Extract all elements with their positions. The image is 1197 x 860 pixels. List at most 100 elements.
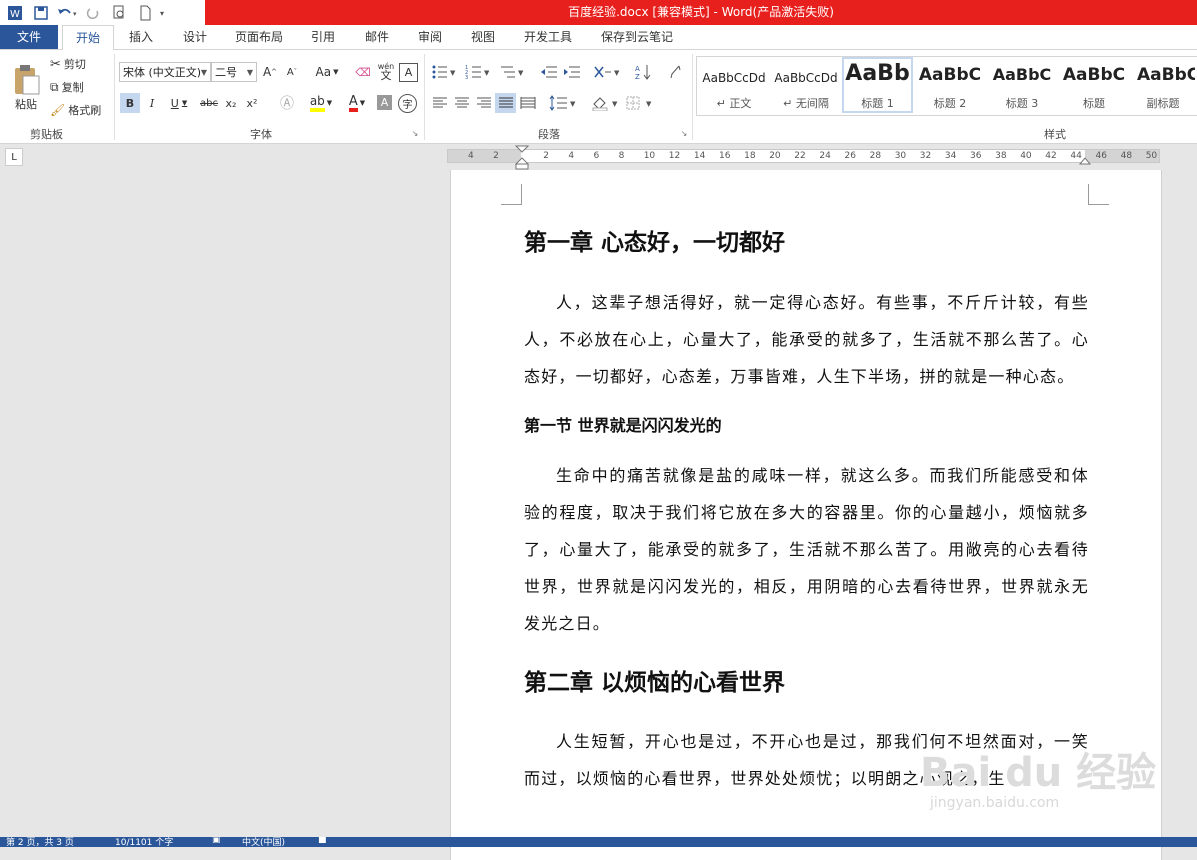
align-center-icon[interactable]: [452, 93, 472, 113]
horizontal-ruler[interactable]: 4 2 2 4 6 8 10 12 14 16 18 20 22 24 26 28 30 32 34 36 38 40 42…: [447, 149, 1160, 163]
paste-button[interactable]: 粘贴: [8, 56, 44, 120]
watermark-brand: Bai du 经验: [920, 750, 1157, 796]
save-icon[interactable]: [30, 2, 52, 24]
borders-icon[interactable]: ▼: [624, 93, 654, 113]
subscript-button[interactable]: x₂: [222, 93, 240, 113]
separator: [424, 54, 425, 140]
tab-layout[interactable]: 页面布局: [226, 25, 292, 49]
style-normal[interactable]: AaBbCcDd ↵ 正文: [699, 57, 769, 113]
style-preview: AaBbCcDd: [702, 71, 766, 85]
ruler-tick-label: 20: [769, 151, 781, 161]
tab-design[interactable]: 设计: [172, 25, 218, 49]
text-effects-icon[interactable]: Ⓐ: [276, 93, 298, 113]
sort-icon[interactable]: AZ: [634, 62, 654, 82]
style-subtitle[interactable]: AaBbC 副标题: [1131, 57, 1195, 113]
ruler-tick-label: 34: [944, 151, 957, 161]
format-painter-label: 格式刷: [68, 104, 102, 117]
grow-font-icon[interactable]: A ^: [262, 63, 278, 81]
style-name: ↵ 无间隔: [783, 97, 829, 110]
character-border-icon[interactable]: A: [399, 63, 418, 82]
status-word-count[interactable]: 10/1101 个字: [115, 837, 173, 847]
section-heading: 第一节 世界就是闪闪发光的: [524, 416, 722, 435]
window-title: 百度经验.docx [兼容模式] - Word(产品激活失败): [568, 5, 834, 19]
redo-icon[interactable]: [82, 2, 104, 24]
print-preview-icon[interactable]: [108, 2, 130, 24]
ruler-tick-label: 38: [995, 151, 1007, 161]
svg-text:▾: ▾: [160, 9, 164, 18]
proofing-icon[interactable]: ▣: [212, 837, 221, 845]
superscript-button[interactable]: x²: [243, 93, 261, 113]
strikethrough-button[interactable]: abc: [198, 93, 220, 113]
shrink-font-icon[interactable]: Aˇ: [284, 63, 300, 81]
customize-qat-icon[interactable]: ▾: [160, 2, 168, 24]
tab-references[interactable]: 引用: [300, 25, 346, 49]
tab-home[interactable]: 开始: [62, 25, 114, 51]
subscript-label: x₂: [225, 96, 237, 110]
show-marks-icon[interactable]: [666, 62, 684, 82]
new-document-icon[interactable]: [134, 2, 156, 24]
tab-review[interactable]: 审阅: [407, 25, 453, 49]
tab-developer[interactable]: 开发工具: [514, 25, 582, 49]
align-left-icon[interactable]: [430, 93, 450, 113]
tab-mailings[interactable]: 邮件: [354, 25, 400, 49]
style-heading-2[interactable]: AaBbC 标题 2: [915, 57, 985, 113]
decrease-indent-icon[interactable]: [539, 62, 559, 82]
enclose-characters-icon[interactable]: 字: [398, 94, 417, 113]
justify-icon[interactable]: [495, 93, 516, 113]
copy-button[interactable]: ⧉ 复制: [50, 78, 84, 96]
svg-text:▼: ▼: [614, 69, 620, 77]
shading-icon[interactable]: ▼: [590, 93, 620, 113]
paragraph: 人，这辈子想活得好，就一定得心态好。有些事，不斤斤计较，有些人，不必放在心上，心…: [524, 293, 1089, 386]
align-right-icon[interactable]: [474, 93, 494, 113]
line-spacing-icon[interactable]: ▼: [548, 93, 578, 113]
undo-icon[interactable]: ▾: [56, 2, 78, 24]
quick-access-toolbar: W ▾ ▾: [0, 0, 205, 25]
style-no-spacing[interactable]: AaBbCcDd ↵ 无间隔: [771, 57, 841, 113]
numbering-icon[interactable]: 1 2 3 ▼: [464, 62, 492, 82]
macro-record-icon[interactable]: ■: [318, 837, 327, 845]
scissors-icon: ✂: [50, 56, 61, 72]
tab-save-to-cloud-note[interactable]: 保存到云笔记: [592, 25, 682, 49]
font-dialog-launcher-icon[interactable]: ↘: [410, 128, 420, 138]
bullets-icon[interactable]: ▼: [430, 62, 458, 82]
italic-button[interactable]: I: [143, 93, 161, 113]
ruler-tick-label: 4: [568, 151, 575, 161]
paragraph-dialog-launcher-icon[interactable]: ↘: [679, 128, 689, 138]
document-body[interactable]: 第一章 心态好，一切都好 人，这辈子想活得好，就一定得心态好。有些事，不斤斤计较…: [524, 228, 1089, 797]
right-indent-marker-icon[interactable]: [1079, 156, 1091, 166]
tab-file[interactable]: 文件: [0, 25, 58, 49]
tab-insert[interactable]: 插入: [118, 25, 164, 49]
status-language[interactable]: 中文(中国): [242, 837, 285, 847]
cut-button[interactable]: ✂ 剪切: [50, 55, 86, 73]
ruler-tick-label: 24: [819, 151, 831, 161]
status-page[interactable]: 第 2 页，共 3 页: [6, 837, 74, 847]
format-painter-button[interactable]: 🖌 格式刷: [50, 101, 101, 119]
watermark-site: jingyan.baidu.com: [930, 795, 1060, 811]
ruler-tick-label: 50: [1145, 151, 1158, 161]
font-size-combo[interactable]: 二号 ▼: [211, 62, 257, 82]
font-name-combo[interactable]: 宋体 (中文正文) ▼: [119, 62, 211, 82]
font-color-button[interactable]: A ▼: [342, 93, 372, 113]
chapter-heading: 第二章 以烦恼的心看世界: [524, 669, 786, 696]
highlight-color-button[interactable]: ab ▼: [306, 93, 336, 113]
increase-indent-icon[interactable]: [562, 62, 582, 82]
style-name: ↵ 正文: [716, 97, 752, 110]
bold-button[interactable]: B: [120, 93, 140, 113]
asian-layout-icon[interactable]: ▼: [592, 62, 622, 82]
multilevel-list-icon[interactable]: ▼: [498, 62, 526, 82]
underline-button[interactable]: U ▼: [166, 93, 192, 113]
style-title[interactable]: AaBbC 标题: [1059, 57, 1129, 113]
tab-view[interactable]: 视图: [460, 25, 506, 49]
change-case-button[interactable]: Aa ▼: [312, 63, 342, 81]
phonetic-guide-button[interactable]: wén 文: [376, 60, 396, 82]
paste-icon: [15, 65, 40, 95]
indent-marker-icon[interactable]: [515, 144, 529, 170]
clear-formatting-icon[interactable]: ⌫: [354, 63, 372, 81]
style-heading-3[interactable]: AaBbC 标题 3: [987, 57, 1057, 113]
distributed-icon[interactable]: [518, 93, 538, 113]
character-shading-icon[interactable]: A: [377, 95, 392, 110]
style-heading-1[interactable]: AaBb 标题 1: [842, 57, 913, 113]
chevron-down-icon: ▼: [200, 68, 207, 77]
styles-gallery: AaBbCcDd ↵ 正文 AaBbCcDd ↵ 无间隔 AaBb 标题 1 A…: [696, 56, 1197, 116]
tab-selector-icon[interactable]: L: [5, 148, 23, 166]
